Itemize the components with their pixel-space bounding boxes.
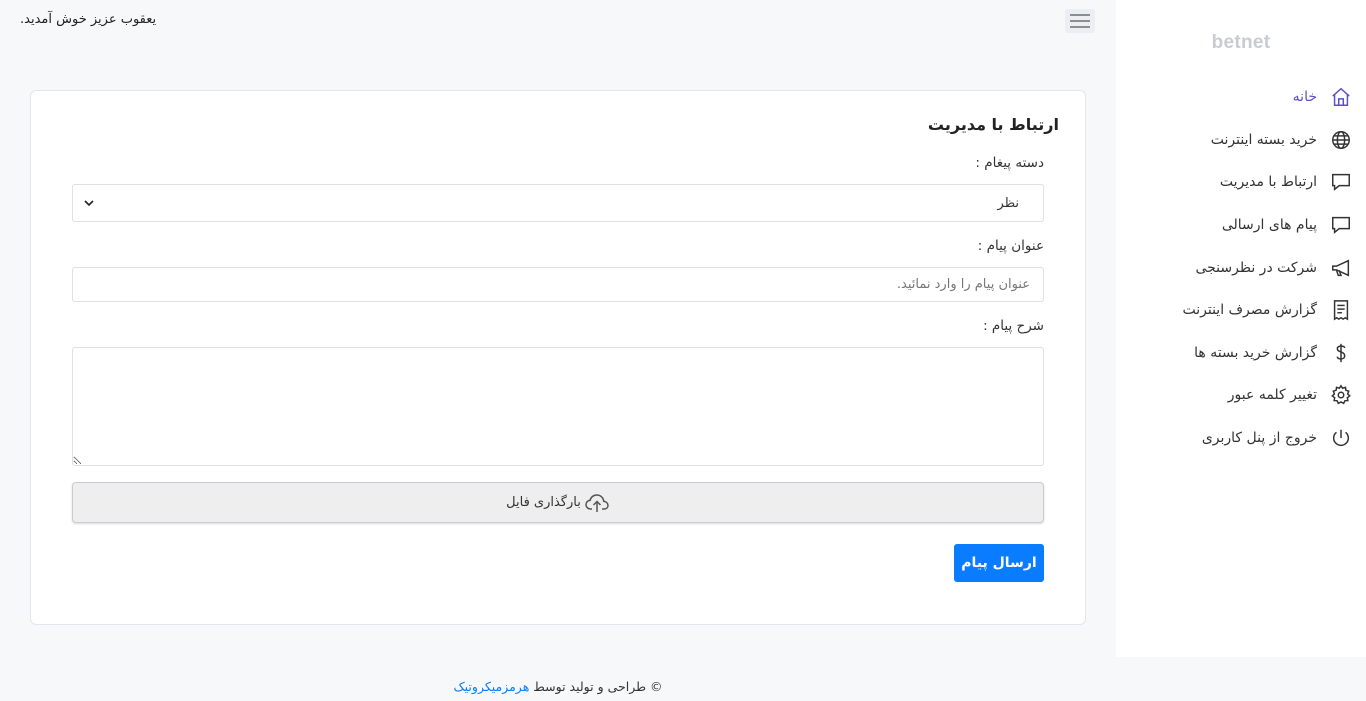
category-selected-value: نظر [997, 195, 1019, 211]
sidebar: betnet خانه خرید بسته اینترنت ارتباط با … [1116, 0, 1366, 657]
power-icon [1329, 426, 1353, 450]
sidebar-item-logout[interactable]: خروج از پنل کاربری [1116, 417, 1366, 460]
sidebar-item-label: گزارش مصرف اینترنت [1182, 302, 1317, 319]
sidebar-item-label: ارتباط با مدیریت [1219, 174, 1317, 191]
footer-text: © طراحی و تولید توسط [533, 679, 663, 694]
menu-toggle-button[interactable] [1065, 9, 1095, 33]
sidebar-item-change-password[interactable]: تغییر کلمه عبور [1116, 374, 1366, 417]
sidebar-item-label: گزارش خرید بسته ها [1194, 344, 1317, 361]
subject-label: عنوان پیام : [977, 238, 1044, 254]
subject-input[interactable] [72, 267, 1044, 302]
chat-icon [1329, 213, 1353, 237]
upload-file-button[interactable]: بارگذاری فایل [72, 482, 1044, 523]
category-label: دسته پیغام : [975, 155, 1044, 171]
send-message-button[interactable]: ارسال پیام [954, 544, 1044, 582]
brand-logo[interactable]: betnet [1116, 32, 1366, 54]
sidebar-item-purchase-report[interactable]: گزارش خرید بسته ها [1116, 332, 1366, 375]
footer: © طراحی و تولید توسط هرمزمیکروتیک [0, 679, 1116, 694]
sidebar-item-label: خانه [1292, 89, 1317, 106]
receipt-icon [1329, 298, 1353, 322]
sidebar-item-label: شرکت در نظرسنجی [1195, 259, 1317, 276]
footer-link[interactable]: هرمزمیکروتیک [453, 679, 529, 694]
sidebar-item-usage-report[interactable]: گزارش مصرف اینترنت [1116, 289, 1366, 332]
chevron-down-icon [84, 200, 94, 207]
welcome-message: یعقوب عزیز خوش آمدید. [20, 12, 157, 27]
dollar-icon [1329, 341, 1353, 365]
hamburger-line [1070, 20, 1090, 22]
sidebar-item-label: پیام های ارسالی [1221, 217, 1317, 234]
sidebar-item-label: خروج از پنل کاربری [1201, 430, 1317, 447]
hamburger-line [1070, 26, 1090, 28]
sidebar-nav: خانه خرید بسته اینترنت ارتباط با مدیریت … [1116, 76, 1366, 459]
category-select[interactable]: نظر [72, 184, 1044, 222]
gear-icon [1329, 383, 1353, 407]
sidebar-item-survey[interactable]: شرکت در نظرسنجی [1116, 246, 1366, 289]
sidebar-item-buy-package[interactable]: خرید بسته اینترنت [1116, 119, 1366, 162]
page-title: ارتباط با مدیریت [927, 115, 1059, 134]
upload-file-label: بارگذاری فایل [506, 495, 581, 510]
contact-admin-card: ارتباط با مدیریت دسته پیغام : نظر عنوان … [30, 90, 1086, 625]
hamburger-line [1070, 14, 1090, 16]
home-icon [1329, 85, 1353, 109]
sidebar-item-label: تغییر کلمه عبور [1227, 387, 1317, 404]
sidebar-item-label: خرید بسته اینترنت [1210, 131, 1317, 148]
sidebar-item-sent-messages[interactable]: پیام های ارسالی [1116, 204, 1366, 247]
globe-icon [1329, 128, 1353, 152]
sidebar-item-home[interactable]: خانه [1116, 76, 1366, 119]
cloud-upload-icon [585, 493, 609, 512]
chat-icon [1329, 170, 1353, 194]
body-label: شرح پیام : [983, 318, 1044, 334]
body-textarea[interactable] [72, 347, 1044, 466]
sidebar-item-contact-admin[interactable]: ارتباط با مدیریت [1116, 161, 1366, 204]
megaphone-icon [1329, 256, 1353, 280]
